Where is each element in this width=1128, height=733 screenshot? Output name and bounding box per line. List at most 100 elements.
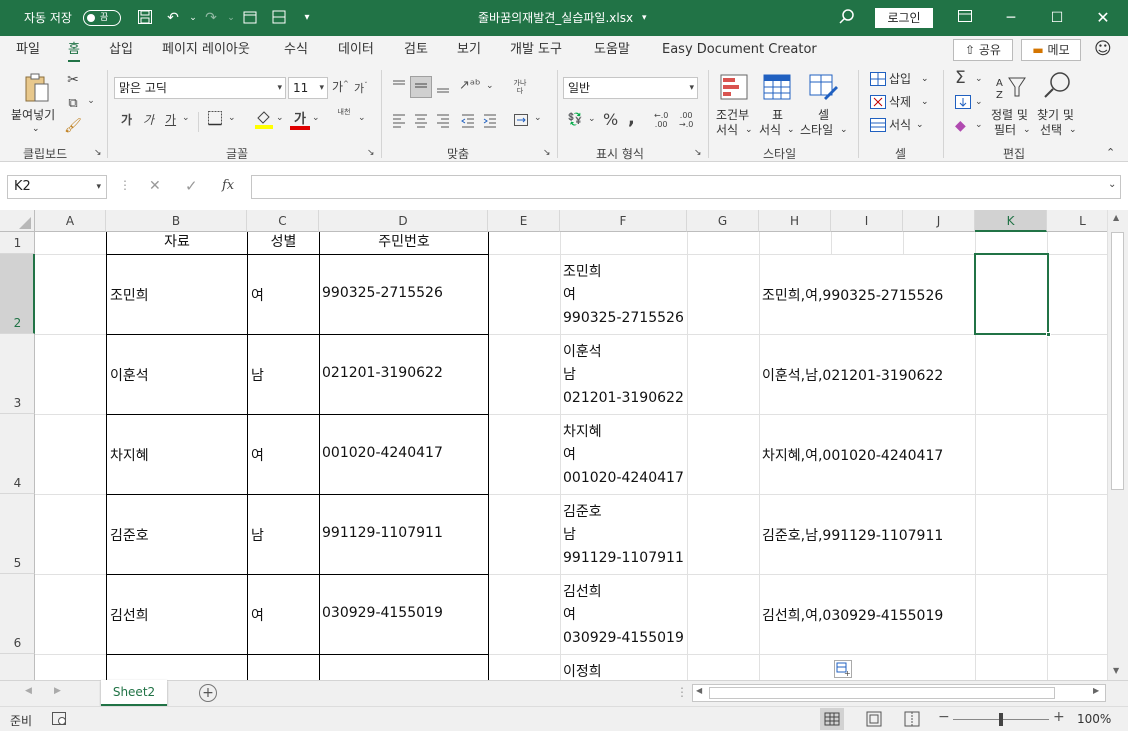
column-header-i[interactable]: I (831, 210, 903, 232)
merge-dropdown-icon[interactable]: ⌄ (534, 113, 542, 123)
column-header-l[interactable]: L (1047, 210, 1107, 232)
decrease-decimal-icon[interactable]: .00 →.0 (679, 111, 693, 129)
cell-c1[interactable]: 성별 (248, 233, 319, 252)
row-header-5[interactable]: 5 (0, 494, 35, 574)
column-header-b[interactable]: B (106, 210, 247, 232)
format-as-table-icon[interactable] (762, 72, 792, 102)
paste-icon[interactable] (22, 72, 52, 106)
cut-icon[interactable]: ✂ (64, 72, 82, 88)
cell-styles-label-1[interactable]: 셀 (818, 108, 829, 122)
align-center-icon[interactable] (412, 112, 430, 128)
clear-dropdown-icon[interactable]: ⌄ (975, 120, 983, 130)
row-header-7[interactable] (0, 654, 35, 680)
row-header-6[interactable]: 6 (0, 574, 35, 654)
sheet-tab-sheet2[interactable]: Sheet2 (101, 680, 167, 706)
row-header-4[interactable]: 4 (0, 414, 35, 494)
tab-split-icon[interactable]: ⋮ (676, 685, 688, 699)
vertical-scrollbar[interactable]: ▲ ▼ (1107, 210, 1128, 680)
column-header-f[interactable]: F (560, 210, 687, 232)
cell-h3[interactable]: 이훈석,남,021201-3190622 (762, 365, 943, 385)
increase-font-icon[interactable]: 가^ (332, 78, 349, 95)
fill-color-icon[interactable] (254, 108, 274, 130)
find-select-label-2[interactable]: 선택 (1040, 123, 1062, 137)
number-format-combo[interactable]: 일반 ▾ (563, 77, 698, 99)
selected-cell-k2[interactable] (974, 253, 1051, 337)
tab-developer[interactable]: 개발 도구 (510, 36, 562, 64)
column-header-g[interactable]: G (687, 210, 759, 232)
fill-dropdown-icon[interactable]: ⌄ (276, 113, 284, 123)
fill-dropdown-icon[interactable]: ⌄ (975, 97, 983, 107)
insert-cells-label[interactable]: 삽입 (889, 72, 911, 86)
vertical-scroll-thumb[interactable] (1111, 232, 1124, 490)
autosave-toggle[interactable]: 끔 (83, 10, 121, 26)
cell-c4[interactable]: 여 (251, 445, 264, 465)
align-right-icon[interactable] (434, 112, 452, 128)
tab-insert[interactable]: 삽입 (109, 36, 133, 64)
decrease-indent-icon[interactable] (459, 112, 477, 128)
sort-filter-icon[interactable]: AZ (995, 74, 1027, 101)
print-preview-icon[interactable] (241, 9, 259, 27)
cell-b6[interactable]: 김선희 (110, 605, 149, 625)
format-painter-icon[interactable]: 🖌 (64, 118, 82, 134)
prev-sheet-icon[interactable]: ◀ (25, 686, 32, 696)
zoom-in-icon[interactable]: + (1053, 709, 1065, 725)
cell-c5[interactable]: 남 (251, 525, 264, 545)
borders-dropdown-icon[interactable]: ⌄ (228, 113, 236, 123)
sort-filter-label-1[interactable]: 정렬 및 (991, 108, 1028, 122)
clear-icon[interactable]: ◆ (955, 118, 966, 134)
autosum-icon[interactable]: Σ (955, 68, 966, 88)
column-header-h[interactable]: H (759, 210, 831, 232)
cell-f5[interactable]: 김준호 남 991129-1107911 (563, 501, 684, 570)
form-icon[interactable] (270, 9, 288, 27)
login-button[interactable]: 로그인 (875, 8, 933, 28)
column-header-a[interactable]: A (35, 210, 106, 232)
format-cells-icon[interactable] (870, 118, 886, 132)
insert-function-icon[interactable]: fx (222, 178, 234, 193)
cell-b5[interactable]: 김준호 (110, 525, 149, 545)
tab-view[interactable]: 보기 (457, 36, 481, 64)
borders-icon[interactable] (207, 110, 223, 126)
align-top-icon[interactable] (390, 78, 408, 96)
row-header-3[interactable]: 3 (0, 334, 35, 414)
underline-dropdown-icon[interactable]: ⌄ (182, 113, 190, 123)
sort-filter-label-2[interactable]: 필터 (994, 123, 1016, 137)
format-table-label-1[interactable]: 표 (772, 108, 783, 122)
next-sheet-icon[interactable]: ▶ (54, 686, 61, 696)
comma-style-icon[interactable]: , (628, 108, 635, 129)
clipboard-launcher-icon[interactable]: ↘ (94, 148, 102, 158)
cell-f2[interactable]: 조민희 여 990325-2715526 (563, 261, 684, 330)
scroll-left-icon[interactable]: ◀ (696, 686, 702, 695)
alignment-launcher-icon[interactable]: ↘ (543, 148, 551, 158)
cell-d6[interactable]: 030929-4155019 (322, 605, 443, 621)
decrease-font-icon[interactable]: 가ˇ (354, 80, 368, 96)
normal-view-icon[interactable] (820, 708, 844, 730)
cell-f7[interactable]: 이정희 (563, 661, 602, 680)
format-cells-label[interactable]: 서식 (889, 118, 911, 132)
cell-styles-label-2[interactable]: 스타일 (800, 123, 833, 137)
cell-h2[interactable]: 조민희,여,990325-2715526 (762, 285, 943, 305)
cell-d3[interactable]: 021201-3190622 (322, 365, 443, 381)
scroll-down-icon[interactable]: ▼ (1113, 666, 1119, 675)
collapse-ribbon-icon[interactable]: ⌃ (1106, 146, 1115, 159)
delete-cells-icon[interactable] (870, 95, 886, 109)
paste-label[interactable]: 붙여넣기 (11, 108, 55, 122)
tab-data[interactable]: 데이터 (338, 36, 374, 64)
column-header-j[interactable]: J (903, 210, 975, 232)
fill-icon[interactable] (955, 95, 971, 109)
font-color-icon[interactable]: 가 (290, 108, 310, 130)
increase-indent-icon[interactable] (481, 112, 499, 128)
number-launcher-icon[interactable]: ↘ (694, 148, 702, 158)
cell-h5[interactable]: 김준호,남,991129-1107911 (762, 525, 943, 545)
autosum-dropdown-icon[interactable]: ⌄ (975, 74, 983, 84)
align-middle-icon[interactable] (410, 76, 432, 98)
maximize-icon[interactable]: ☐ (1034, 0, 1080, 36)
cell-f3[interactable]: 이훈석 남 021201-3190622 (563, 341, 684, 410)
horizontal-scrollbar[interactable]: ◀ ▶ (692, 684, 1106, 702)
cell-b2[interactable]: 조민희 (110, 285, 149, 305)
cell-c6[interactable]: 여 (251, 605, 264, 625)
paste-options-icon[interactable]: + (834, 660, 852, 678)
zoom-slider-thumb[interactable] (999, 713, 1003, 726)
column-header-e[interactable]: E (488, 210, 560, 232)
paste-dropdown-icon[interactable]: ⌄ (32, 122, 40, 136)
phonetic-icon[interactable]: 내천 (336, 108, 352, 116)
